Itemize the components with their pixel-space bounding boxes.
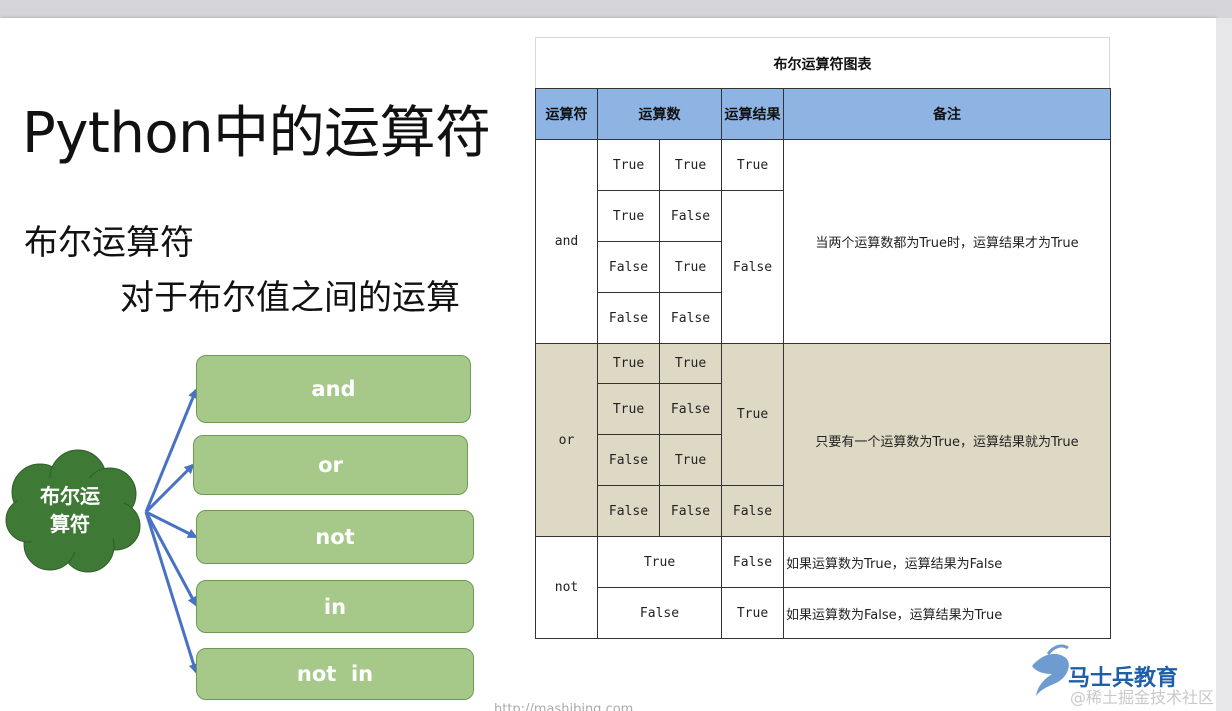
and-operand-a: False	[597, 241, 660, 293]
table-row: not True False 如果运算数为True，运算结果为False	[535, 536, 1111, 639]
operator-box-or: or	[193, 435, 468, 495]
and-operand-a: True	[597, 190, 660, 242]
or-result-true: True	[721, 343, 784, 486]
watermark: @稀土掘金技术社区	[1070, 688, 1215, 707]
or-operand-b: False	[659, 383, 722, 435]
operator-box-not: not	[196, 510, 474, 564]
and-operand-b: False	[659, 292, 722, 344]
or-operand-a: True	[597, 343, 660, 384]
or-operand-b: True	[659, 434, 722, 486]
not-result: False	[721, 536, 784, 588]
mindmap-center-line-2: 算符	[50, 512, 90, 536]
not-result: True	[721, 587, 784, 639]
and-operand-b: True	[659, 241, 722, 293]
not-operand: True	[597, 536, 722, 588]
and-note: 当两个运算数都为True时，运算结果才为True	[783, 139, 1111, 344]
table-title: 布尔运算符图表	[535, 37, 1110, 89]
table-row: and True True True 当两个运算数都为True时，运算结果才为T…	[535, 139, 1111, 344]
and-operand-b: False	[659, 190, 722, 242]
or-operand-b: False	[659, 485, 722, 537]
header-result: 运算结果	[721, 88, 784, 140]
operator-box-in: in	[196, 580, 474, 633]
or-note: 只要有一个运算数为True，运算结果就为True	[783, 343, 1111, 537]
table-row: or True True True 只要有一个运算数为True，运算结果就为Tr…	[535, 343, 1111, 537]
operator-table: 运算符 运算数 运算结果 备注 and True True True 当两个运算…	[535, 88, 1111, 639]
not-note: 如果运算数为False，运算结果为True	[783, 587, 1111, 639]
arrow-to-or	[144, 463, 195, 514]
or-result-false: False	[721, 485, 784, 537]
and-operand-a: False	[597, 292, 660, 344]
or-operator-cell: or	[535, 343, 598, 537]
not-note: 如果运算数为True，运算结果为False	[783, 536, 1111, 588]
and-result-false: False	[721, 190, 784, 344]
or-operand-a: False	[597, 434, 660, 486]
not-operand: False	[597, 587, 722, 639]
operator-box-and: and	[196, 355, 471, 423]
or-operand-a: False	[597, 485, 660, 537]
table-row: False True 如果运算数为False，运算结果为True	[536, 587, 1111, 639]
header-note: 备注	[783, 88, 1111, 140]
or-operand-a: True	[597, 383, 660, 435]
mindmap-center-line-1: 布尔运	[40, 484, 100, 508]
header-operator: 运算符	[535, 88, 598, 140]
header-operands: 运算数	[597, 88, 722, 140]
footer-url: http://mashibing.com	[494, 702, 634, 711]
and-operand-a: True	[597, 139, 660, 191]
or-operand-b: True	[659, 343, 722, 384]
and-operator-cell: and	[535, 139, 598, 344]
and-operand-b: True	[659, 139, 722, 191]
not-operator-cell: not	[535, 536, 598, 639]
and-result-true: True	[721, 139, 784, 191]
mindmap-center-label: 布尔运 算符	[22, 482, 118, 538]
operator-box-not-in: not in	[196, 648, 474, 700]
arrow-to-and	[144, 388, 198, 513]
boolean-operator-table: 布尔运算符图表 运算符 运算数 运算结果 备注 and True True Tr…	[535, 37, 1111, 640]
